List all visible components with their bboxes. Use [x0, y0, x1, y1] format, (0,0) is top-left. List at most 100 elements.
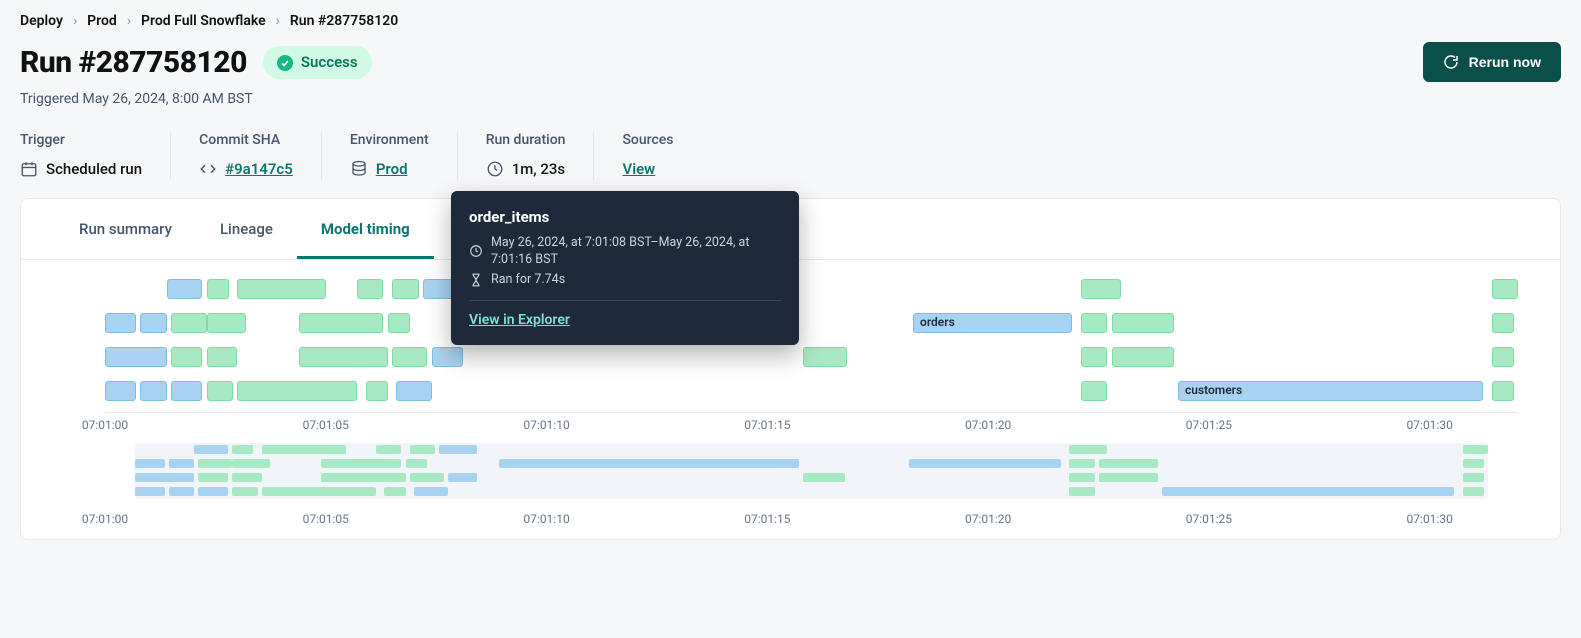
meta-commit: Commit SHA #9a147c5 — [199, 131, 322, 180]
sources-link[interactable]: View — [622, 159, 655, 180]
axis-tick: 07:01:20 — [965, 511, 1011, 528]
overview-bar — [1463, 473, 1484, 482]
overview-bar — [169, 487, 194, 496]
gantt-bar[interactable] — [396, 381, 431, 401]
gantt-bar[interactable] — [388, 313, 410, 333]
overview-bar — [198, 459, 232, 468]
gantt-axis: 07:01:0007:01:0507:01:1007:01:1507:01:20… — [105, 413, 1518, 435]
breadcrumb-item[interactable]: Prod — [87, 12, 117, 32]
overview-bar — [232, 459, 270, 468]
tab-lineage[interactable]: Lineage — [196, 199, 297, 259]
gantt-bar[interactable] — [366, 381, 388, 401]
tooltip-range: May 26, 2024, at 7:01:08 BST–May 26, 202… — [491, 234, 781, 269]
gantt-bar[interactable] — [1492, 347, 1514, 367]
overview-bar — [1162, 487, 1454, 496]
overview-bar — [321, 473, 406, 482]
tab-run-summary[interactable]: Run summary — [55, 199, 196, 259]
gantt-bar[interactable] — [237, 279, 325, 299]
overview-bar — [376, 445, 401, 454]
gantt-bar[interactable] — [1081, 381, 1107, 401]
gantt-bar[interactable] — [207, 279, 229, 299]
tab-model-timing[interactable]: Model timing — [297, 199, 434, 259]
gantt-bar[interactable] — [357, 279, 383, 299]
gantt-bar[interactable] — [1081, 279, 1121, 299]
breadcrumb: Deploy›Prod›Prod Full Snowflake›Run #287… — [0, 0, 1581, 38]
gantt-bar[interactable] — [207, 347, 238, 367]
axis-tick: 07:01:10 — [523, 511, 569, 528]
trigger-value: Scheduled run — [46, 159, 142, 180]
gantt-lanes[interactable]: order_itemsorderscustomers — [105, 278, 1518, 413]
gantt-bar[interactable] — [171, 347, 202, 367]
gantt-bar[interactable] — [1492, 381, 1514, 401]
meta-duration: Run duration 1m, 23s — [486, 131, 595, 180]
overview-bar — [439, 445, 477, 454]
gantt-bar[interactable] — [1492, 313, 1514, 333]
run-metadata-row: Trigger Scheduled run Commit SHA #9a147c… — [0, 121, 1581, 198]
gantt-bar[interactable] — [1081, 347, 1107, 367]
gantt-bar[interactable] — [207, 381, 233, 401]
gantt-bar[interactable] — [803, 347, 847, 367]
breadcrumb-item[interactable]: Deploy — [20, 12, 63, 32]
gantt-bar[interactable] — [392, 279, 418, 299]
overview-bar — [1099, 459, 1158, 468]
overview-bar — [1463, 459, 1484, 468]
overview-bar — [803, 473, 845, 482]
meta-trigger: Trigger Scheduled run — [20, 131, 171, 180]
overview-bar — [198, 487, 228, 496]
axis-tick: 07:01:30 — [1407, 417, 1453, 434]
overview-bar — [262, 487, 376, 496]
gantt-bar[interactable] — [1112, 347, 1174, 367]
gantt-bar[interactable] — [1112, 313, 1174, 333]
clock-icon — [469, 244, 483, 258]
tooltip-title: order_items — [469, 207, 781, 228]
gantt-bar[interactable] — [237, 381, 356, 401]
gantt-bar[interactable] — [299, 313, 383, 333]
tooltip-explorer-link[interactable]: View in Explorer — [469, 312, 570, 328]
gantt-bar[interactable] — [1492, 279, 1518, 299]
axis-tick: 07:01:00 — [82, 511, 128, 528]
gantt-bar[interactable] — [299, 347, 387, 367]
breadcrumb-item[interactable]: Prod Full Snowflake — [141, 12, 266, 32]
environment-link[interactable]: Prod — [376, 159, 408, 180]
axis-tick: 07:01:15 — [744, 417, 790, 434]
gantt-bar[interactable] — [392, 347, 427, 367]
overview-bar — [1069, 473, 1094, 482]
overview-bar — [909, 459, 1061, 468]
overview-bar — [1463, 445, 1488, 454]
gantt-bar[interactable] — [167, 279, 202, 299]
overview-bar — [194, 445, 228, 454]
gantt-bar[interactable] — [171, 381, 202, 401]
overview-bar — [232, 445, 253, 454]
gantt-bar[interactable] — [105, 347, 167, 367]
chevron-right-icon: › — [276, 12, 280, 32]
gantt-bar[interactable] — [171, 313, 206, 333]
gantt-bar-orders[interactable]: orders — [913, 313, 1072, 333]
overview-bar — [410, 445, 435, 454]
gantt-bar[interactable] — [105, 313, 136, 333]
rerun-button[interactable]: Rerun now — [1423, 42, 1561, 82]
overview-bar — [499, 459, 799, 468]
axis-tick: 07:01:15 — [744, 511, 790, 528]
gantt-bar[interactable] — [207, 313, 247, 333]
overview-bar — [1099, 473, 1158, 482]
gantt-overview[interactable] — [135, 443, 1488, 499]
gantt-bar[interactable] — [140, 381, 166, 401]
overview-bar — [198, 473, 228, 482]
gantt-overview-axis: 07:01:0007:01:0507:01:1007:01:1507:01:20… — [105, 507, 1518, 529]
chevron-right-icon: › — [73, 12, 77, 32]
page-header: Run #287758120 Success Triggered May 26,… — [0, 38, 1581, 122]
axis-tick: 07:01:20 — [965, 417, 1011, 434]
gantt-bar[interactable] — [105, 381, 136, 401]
overview-bar — [1069, 487, 1094, 496]
commit-link[interactable]: #9a147c5 — [225, 159, 293, 180]
overview-bar — [410, 473, 444, 482]
gantt-bar[interactable] — [140, 313, 166, 333]
gantt-bar-customers[interactable]: customers — [1178, 381, 1483, 401]
overview-bar — [262, 445, 347, 454]
axis-tick: 07:01:30 — [1407, 511, 1453, 528]
gantt-bar[interactable] — [432, 347, 463, 367]
gantt-bar[interactable] — [1081, 313, 1107, 333]
overview-bar — [232, 473, 262, 482]
status-badge: Success — [263, 46, 372, 79]
run-detail-card: Run summary Lineage Model timing A order… — [20, 198, 1561, 540]
